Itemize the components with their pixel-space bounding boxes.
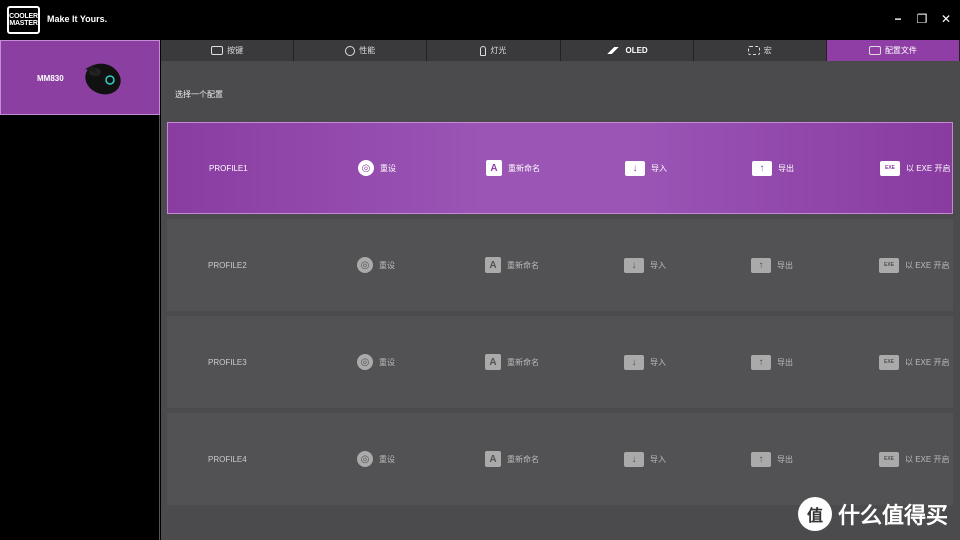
rename-icon: A — [485, 354, 501, 370]
rename-action[interactable]: A 重新命名 — [486, 160, 540, 176]
keyboard-icon — [211, 46, 224, 55]
tab-profiles[interactable]: 配置文件 — [826, 40, 960, 61]
close-button[interactable]: ✕ — [940, 12, 952, 26]
tab-oled[interactable]: OLED — [560, 40, 694, 61]
export-folder-icon: ↑ — [752, 160, 772, 176]
exe-icon: EXE — [879, 354, 899, 370]
rename-icon: A — [486, 160, 502, 176]
export-action[interactable]: ↑ 导出 — [751, 257, 793, 273]
import-folder-icon: ↓ — [624, 354, 644, 370]
rename-action[interactable]: A 重新命名 — [485, 451, 539, 467]
import-action[interactable]: ↓ 导入 — [624, 257, 666, 273]
rename-icon: A — [485, 451, 501, 467]
rename-action[interactable]: A 重新命名 — [485, 257, 539, 273]
rename-icon: A — [485, 257, 501, 273]
reset-icon: ◎ — [357, 354, 373, 370]
exe-icon: EXE — [879, 257, 899, 273]
title-bar: COOLER MASTER Make It Yours. − ❐ ✕ — [0, 0, 960, 40]
mouse-image — [85, 63, 121, 95]
oled-icon — [605, 47, 622, 54]
watermark-text: 什么值得买 — [837, 503, 948, 528]
export-folder-icon: ↑ — [751, 451, 771, 467]
reset-action[interactable]: ◎ 重设 — [357, 354, 395, 370]
exe-action[interactable]: EXE 以 EXE 开启 — [879, 257, 949, 273]
exe-action[interactable]: EXE 以 EXE 开启 — [879, 451, 949, 467]
import-action[interactable]: ↓ 导入 — [624, 451, 666, 467]
import-folder-icon: ↓ — [624, 257, 644, 273]
import-action[interactable]: ↓ 导入 — [625, 160, 667, 176]
export-action[interactable]: ↑ 导出 — [751, 451, 793, 467]
exe-action[interactable]: EXE 以 EXE 开启 — [879, 354, 949, 370]
profile-name: PROFILE1 — [209, 163, 248, 173]
window-controls: − ❐ ✕ — [892, 12, 952, 26]
tab-lighting[interactable]: 灯光 — [427, 40, 561, 61]
reset-icon: ◎ — [357, 451, 373, 467]
exe-icon: EXE — [879, 451, 899, 467]
section-subtitle: 选择一个配置 — [175, 90, 223, 99]
profile-icon — [868, 46, 881, 55]
main-content: 按键 性能 灯光 OLED 宏 配置文件 选择一个配置 PROFILE1 ◎ 重… — [161, 40, 960, 540]
watermark-logo-icon: 值 — [797, 497, 832, 531]
profile-name: PROFILE3 — [208, 357, 247, 367]
profile-row-2[interactable]: PROFILE2 ◎ 重设 A 重新命名 ↓ 导入 ↑ 导出 EXE 以 EXE… — [167, 219, 953, 311]
exe-action[interactable]: EXE 以 EXE 开启 — [880, 160, 950, 176]
reset-action[interactable]: ◎ 重设 — [358, 160, 396, 176]
exe-icon: EXE — [880, 160, 900, 176]
rename-action[interactable]: A 重新命名 — [485, 354, 539, 370]
reset-action[interactable]: ◎ 重设 — [357, 257, 395, 273]
minimize-button[interactable]: − — [892, 12, 904, 26]
export-action[interactable]: ↑ 导出 — [751, 354, 793, 370]
tab-performance[interactable]: 性能 — [294, 40, 428, 61]
import-folder-icon: ↓ — [624, 451, 644, 467]
profile-name: PROFILE4 — [208, 454, 247, 464]
import-folder-icon: ↓ — [625, 160, 645, 176]
reset-icon: ◎ — [357, 257, 373, 273]
import-action[interactable]: ↓ 导入 — [624, 354, 666, 370]
tab-macro[interactable]: 宏 — [693, 40, 827, 61]
macro-icon — [747, 46, 760, 55]
export-folder-icon: ↑ — [751, 354, 771, 370]
bulb-icon — [480, 45, 487, 56]
profile-row-3[interactable]: PROFILE3 ◎ 重设 A 重新命名 ↓ 导入 ↑ 导出 EXE 以 EXE… — [167, 316, 953, 408]
watermark: 值 什么值得买 — [797, 497, 948, 531]
gauge-icon — [345, 45, 356, 56]
device-name: MM830 — [37, 74, 64, 83]
restore-button[interactable]: ❐ — [916, 12, 928, 26]
tab-keys[interactable]: 按键 — [161, 40, 295, 61]
profile-row-1[interactable]: PROFILE1 ◎ 重设 A 重新命名 ↓ 导入 ↑ 导出 EXE 以 EXE… — [167, 122, 953, 214]
tab-bar: 按键 性能 灯光 OLED 宏 配置文件 — [161, 40, 960, 61]
profile-row-4[interactable]: PROFILE4 ◎ 重设 A 重新命名 ↓ 导入 ↑ 导出 EXE 以 EXE… — [167, 413, 953, 505]
tagline: Make It Yours. — [47, 14, 108, 24]
export-folder-icon: ↑ — [751, 257, 771, 273]
export-action[interactable]: ↑ 导出 — [752, 160, 794, 176]
reset-icon: ◎ — [358, 160, 374, 176]
device-item-mm830[interactable]: MM830 — [0, 40, 160, 115]
device-sidebar: MM830 — [0, 40, 160, 540]
reset-action[interactable]: ◎ 重设 — [357, 451, 395, 467]
coolermaster-logo: COOLER MASTER — [7, 6, 40, 34]
profile-name: PROFILE2 — [208, 260, 247, 270]
